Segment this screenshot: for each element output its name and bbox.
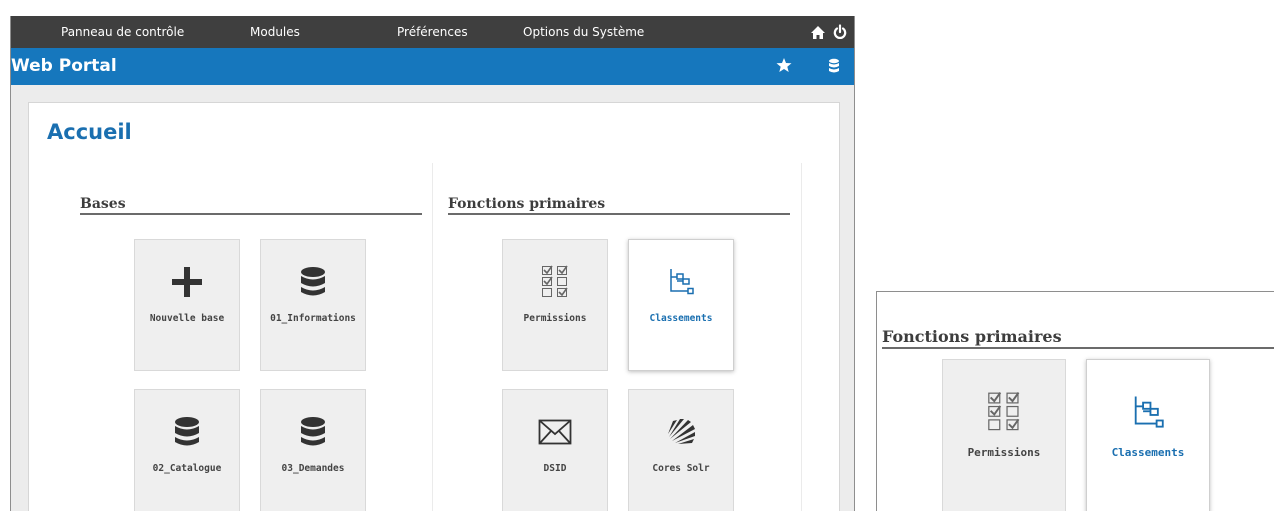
tile-label: Classements [649, 313, 713, 324]
tile-permissions[interactable]: Permissions [502, 239, 608, 371]
database-icon[interactable] [828, 58, 840, 78]
checklist-icon [943, 390, 1065, 434]
tile-label: Classements [1111, 446, 1185, 459]
tile-label: Permissions [523, 313, 587, 324]
menu-item-modules[interactable]: Modules [250, 16, 300, 48]
hierarchy-icon [629, 264, 733, 300]
database-icon [261, 414, 365, 450]
top-menu-bar: Panneau de contrôle Modules Préférences … [11, 16, 854, 48]
tile-classements-zoom[interactable]: Classements [1086, 359, 1210, 511]
home-icon[interactable] [811, 23, 825, 41]
tile-label: 03_Demandes [281, 463, 345, 474]
tile-02-catalogue[interactable]: 02_Catalogue [134, 389, 240, 511]
tile-label: Permissions [967, 446, 1041, 459]
database-icon [135, 414, 239, 450]
home-panel: Accueil Bases Nouvelle base 01_Informati… [28, 102, 840, 511]
tile-cores-solr[interactable]: Cores Solr [628, 389, 734, 511]
plus-icon [135, 264, 239, 300]
menu-item-options-du-systeme[interactable]: Options du Système [523, 16, 644, 48]
app-title: Web Portal [11, 56, 117, 76]
tile-01-informations[interactable]: 01_Informations [260, 239, 366, 371]
power-icon[interactable] [833, 23, 847, 41]
star-icon[interactable] [776, 57, 792, 77]
column-divider [432, 163, 433, 511]
column-divider-right [801, 163, 802, 511]
tile-label: Cores Solr [652, 463, 710, 474]
tile-permissions-zoom[interactable]: Permissions [942, 359, 1066, 511]
fonctions-primaires-heading-zoom: Fonctions primaires [882, 327, 1274, 349]
bases-heading: Bases [80, 196, 422, 215]
tile-03-demandes[interactable]: 03_Demandes [260, 389, 366, 511]
hierarchy-icon [1087, 390, 1209, 434]
menu-item-panneau-de-controle[interactable]: Panneau de contrôle [61, 16, 184, 48]
tile-classements[interactable]: Classements [628, 239, 734, 371]
database-icon [261, 264, 365, 300]
envelope-icon [503, 414, 607, 450]
checklist-icon [503, 264, 607, 300]
tile-dsid[interactable]: DSID [502, 389, 608, 511]
tile-nouvelle-base[interactable]: Nouvelle base [134, 239, 240, 371]
menu-item-preferences[interactable]: Préférences [397, 16, 468, 48]
tile-label: 01_Informations [270, 313, 356, 324]
app-header: Web Portal [11, 48, 854, 85]
tile-label: Nouvelle base [149, 313, 225, 324]
page-title: Accueil [47, 120, 132, 144]
main-window: Panneau de contrôle Modules Préférences … [10, 16, 855, 511]
zoomed-inset: Fonctions primaires Permissions Classeme… [876, 291, 1274, 511]
solr-icon [629, 414, 733, 450]
tile-label: 02_Catalogue [152, 463, 222, 474]
fonctions-primaires-heading: Fonctions primaires [448, 196, 790, 215]
tile-label: DSID [543, 463, 567, 474]
